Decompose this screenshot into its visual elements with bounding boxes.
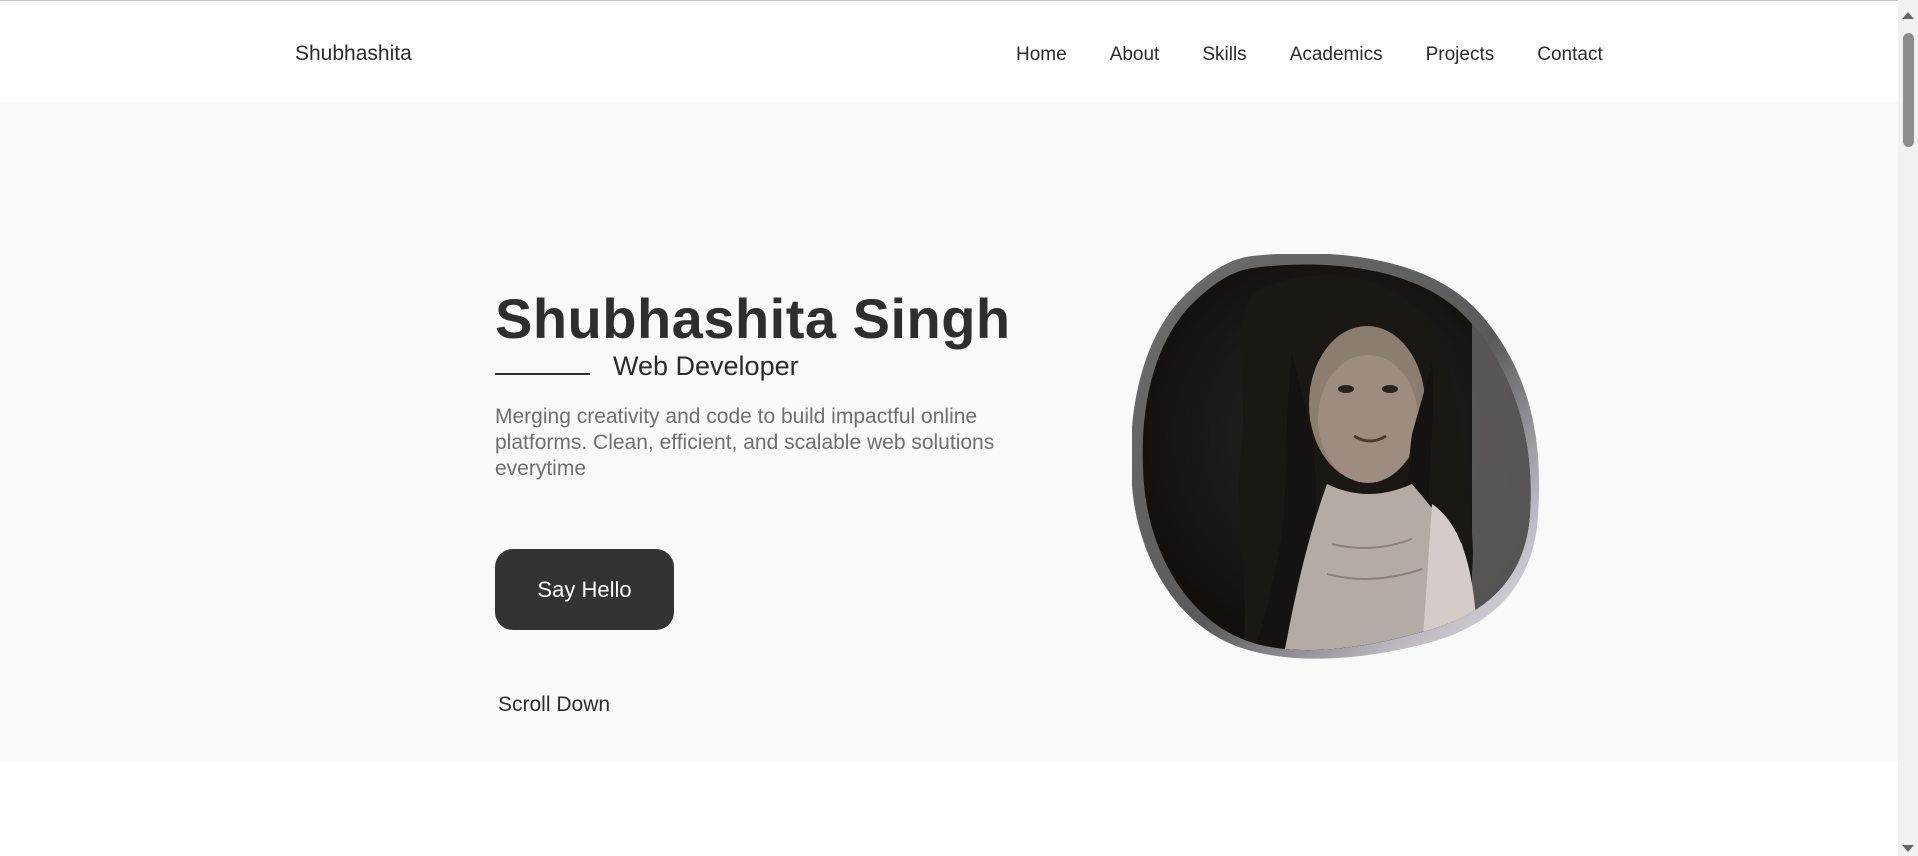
role-row: Web Developer <box>495 351 799 382</box>
hero-description: Merging creativity and code to build imp… <box>495 405 995 480</box>
scrollbar-thumb[interactable] <box>1903 33 1914 147</box>
nav-links: Home About Skills Academics Projects Con… <box>1016 44 1646 66</box>
vertical-scrollbar[interactable] <box>1898 0 1918 856</box>
scroll-down-icon[interactable] <box>1902 845 1914 852</box>
nav-about[interactable]: About <box>1110 44 1160 66</box>
say-hello-button[interactable]: Say Hello <box>495 549 674 630</box>
nav-contact[interactable]: Contact <box>1537 44 1602 66</box>
nav-skills[interactable]: Skills <box>1202 44 1246 66</box>
role-title: Web Developer <box>613 351 799 381</box>
nav-projects[interactable]: Projects <box>1426 44 1495 66</box>
scroll-down-link[interactable]: Scroll Down <box>498 693 610 717</box>
role-divider <box>495 372 590 375</box>
hero-section: Shubhashita Singh Web Developer Merging … <box>0 102 1898 761</box>
hero-name: Shubhashita Singh <box>495 287 1011 350</box>
nav-home[interactable]: Home <box>1016 44 1067 66</box>
scroll-up-icon[interactable] <box>1902 12 1914 19</box>
brand-logo[interactable]: Shubhashita <box>295 42 412 66</box>
navbar: Shubhashita Home About Skills Academics … <box>0 5 1898 102</box>
profile-photo <box>1132 254 1540 662</box>
nav-academics[interactable]: Academics <box>1290 44 1383 66</box>
